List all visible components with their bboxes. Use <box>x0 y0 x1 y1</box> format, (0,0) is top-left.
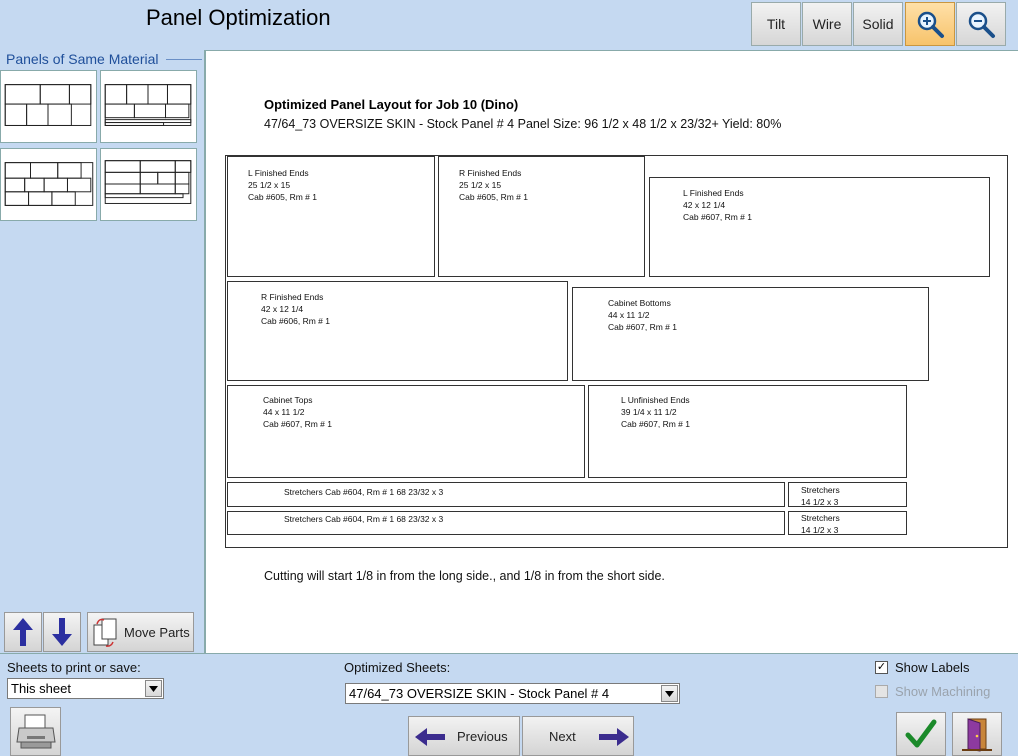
sheets-to-print-label: Sheets to print or save: <box>7 660 141 675</box>
part-size: 14 1/2 x 3 <box>801 497 839 507</box>
ok-button[interactable] <box>896 712 946 756</box>
chevron-down-icon <box>149 685 158 692</box>
part-rect[interactable]: R Finished Ends 42 x 12 1/4 Cab #606, Rm… <box>227 281 568 381</box>
arrow-down-icon <box>52 618 72 646</box>
part-cab: Cab #607, Rm # 1 <box>608 322 677 332</box>
part-name: Stretchers Cab #604, Rm # 1 68 23/32 x 3 <box>284 487 444 497</box>
wire-label: Wire <box>812 16 842 32</box>
part-rect[interactable]: Cabinet Tops 44 x 11 1/2 Cab #607, Rm # … <box>227 385 585 478</box>
part-name: Cabinet Tops <box>263 395 313 405</box>
wire-button[interactable]: Wire <box>802 2 852 46</box>
move-parts-button[interactable]: Move Parts <box>87 612 194 652</box>
part-rect[interactable]: R Finished Ends 25 1/2 x 15 Cab #605, Rm… <box>438 156 645 277</box>
panel-thumbnail[interactable] <box>100 70 197 143</box>
part-cab: Cab #605, Rm # 1 <box>459 192 528 202</box>
exit-button[interactable] <box>952 712 1002 756</box>
layout-title: Optimized Panel Layout for Job 10 (Dino) <box>264 97 519 112</box>
part-name: L Unfinished Ends <box>621 395 690 405</box>
app-title: Panel Optimization <box>146 5 331 30</box>
arrow-up-icon <box>13 618 33 646</box>
cutting-note: Cutting will start 1/8 in from the long … <box>264 569 665 583</box>
part-name: Stretchers <box>801 513 840 523</box>
arrow-right-icon <box>599 728 629 746</box>
part-name: Stretchers Cab #604, Rm # 1 68 23/32 x 3 <box>284 514 444 524</box>
chevron-down-icon <box>665 690 674 697</box>
optimized-sheets-value: 47/64_73 OVERSIZE SKIN - Stock Panel # 4 <box>349 686 610 701</box>
part-size: 42 x 12 1/4 <box>261 304 304 314</box>
show-labels-checkbox[interactable]: ✓ <box>875 661 888 674</box>
print-button[interactable] <box>10 707 61 756</box>
arrow-left-icon <box>415 728 445 746</box>
tilt-label: Tilt <box>766 16 786 32</box>
move-parts-label: Move Parts <box>124 625 190 640</box>
sheets-to-print-select[interactable]: This sheet <box>7 678 164 699</box>
checkmark-icon <box>905 719 937 748</box>
part-size: 42 x 12 1/4 <box>683 200 726 210</box>
part-rect[interactable]: L Finished Ends 42 x 12 1/4 Cab #607, Rm… <box>649 177 990 277</box>
zoom-out-icon <box>968 11 995 38</box>
panel-thumbnail-image <box>4 84 92 126</box>
panel-thumbnail-image <box>104 84 192 126</box>
part-size: 14 1/2 x 3 <box>801 525 839 535</box>
title-bar: Panel Optimization Tilt Wire Solid <box>0 0 1018 50</box>
solid-label: Solid <box>862 16 894 32</box>
panel-thumbnail-image <box>104 160 192 204</box>
previous-button[interactable]: Previous <box>408 716 520 756</box>
show-machining-checkbox[interactable] <box>875 685 888 698</box>
optimized-sheets-select[interactable]: 47/64_73 OVERSIZE SKIN - Stock Panel # 4 <box>345 683 680 704</box>
part-rect[interactable]: Stretchers 14 1/2 x 3 <box>788 482 907 507</box>
part-size: 39 1/4 x 11 1/2 <box>621 407 677 417</box>
panel-thumbnail[interactable] <box>100 148 197 221</box>
zoom-in-button[interactable] <box>905 2 955 46</box>
part-rect[interactable]: L Finished Ends 25 1/2 x 15 Cab #605, Rm… <box>227 156 435 277</box>
previous-label: Previous <box>457 729 508 744</box>
panel-thumbnail[interactable] <box>0 148 97 221</box>
part-name: R Finished Ends <box>261 292 324 302</box>
move-parts-icon <box>93 618 117 647</box>
show-labels-label: Show Labels <box>895 660 970 675</box>
printer-icon <box>15 714 56 748</box>
part-size: 25 1/2 x 15 <box>248 180 291 190</box>
next-label: Next <box>549 729 576 744</box>
sheets-to-print-value: This sheet <box>11 681 71 696</box>
move-down-button[interactable] <box>43 612 81 652</box>
part-cab: Cab #606, Rm # 1 <box>261 316 330 326</box>
part-cab: Cab #607, Rm # 1 <box>683 212 752 222</box>
panels-sidebar: Panels of Same Material Move Parts <box>0 50 203 653</box>
zoom-out-button[interactable] <box>956 2 1006 46</box>
part-rect[interactable]: Stretchers Cab #604, Rm # 1 68 23/32 x 3 <box>227 482 785 507</box>
exit-door-icon <box>962 718 992 752</box>
part-size: 44 x 11 1/2 <box>263 407 305 417</box>
tilt-button[interactable]: Tilt <box>751 2 801 46</box>
next-button[interactable]: Next <box>522 716 634 756</box>
sidebar-header-rule <box>166 59 202 60</box>
optimized-sheets-label: Optimized Sheets: <box>344 660 451 675</box>
panel-thumbnail[interactable] <box>0 70 97 143</box>
sidebar-header: Panels of Same Material <box>6 51 159 67</box>
move-up-button[interactable] <box>4 612 42 652</box>
part-size: 44 x 11 1/2 <box>608 310 650 320</box>
part-rect[interactable]: L Unfinished Ends 39 1/4 x 11 1/2 Cab #6… <box>588 385 907 478</box>
part-name: Cabinet Bottoms <box>608 298 671 308</box>
part-rect[interactable]: Cabinet Bottoms 44 x 11 1/2 Cab #607, Rm… <box>572 287 929 381</box>
part-rect[interactable]: Stretchers 14 1/2 x 3 <box>788 511 907 535</box>
part-size: 25 1/2 x 15 <box>459 180 502 190</box>
solid-button[interactable]: Solid <box>853 2 903 46</box>
part-name: Stretchers <box>801 485 840 495</box>
layout-view: Optimized Panel Layout for Job 10 (Dino)… <box>204 50 1018 653</box>
part-rect[interactable]: Stretchers Cab #604, Rm # 1 68 23/32 x 3 <box>227 511 785 535</box>
panel-thumbnail-image <box>4 162 94 206</box>
part-cab: Cab #607, Rm # 1 <box>621 419 690 429</box>
dropdown-arrow[interactable] <box>661 685 678 702</box>
part-cab: Cab #605, Rm # 1 <box>248 192 317 202</box>
part-name: L Finished Ends <box>248 168 309 178</box>
layout-subtitle: 47/64_73 OVERSIZE SKIN - Stock Panel # 4… <box>264 117 782 131</box>
show-machining-label: Show Machining <box>895 684 991 699</box>
stock-panel-sheet: L Finished Ends 25 1/2 x 15 Cab #605, Rm… <box>225 155 1008 548</box>
dropdown-arrow[interactable] <box>145 680 162 697</box>
part-name: L Finished Ends <box>683 188 744 198</box>
part-cab: Cab #607, Rm # 1 <box>263 419 332 429</box>
zoom-in-icon <box>917 11 944 38</box>
part-name: R Finished Ends <box>459 168 522 178</box>
